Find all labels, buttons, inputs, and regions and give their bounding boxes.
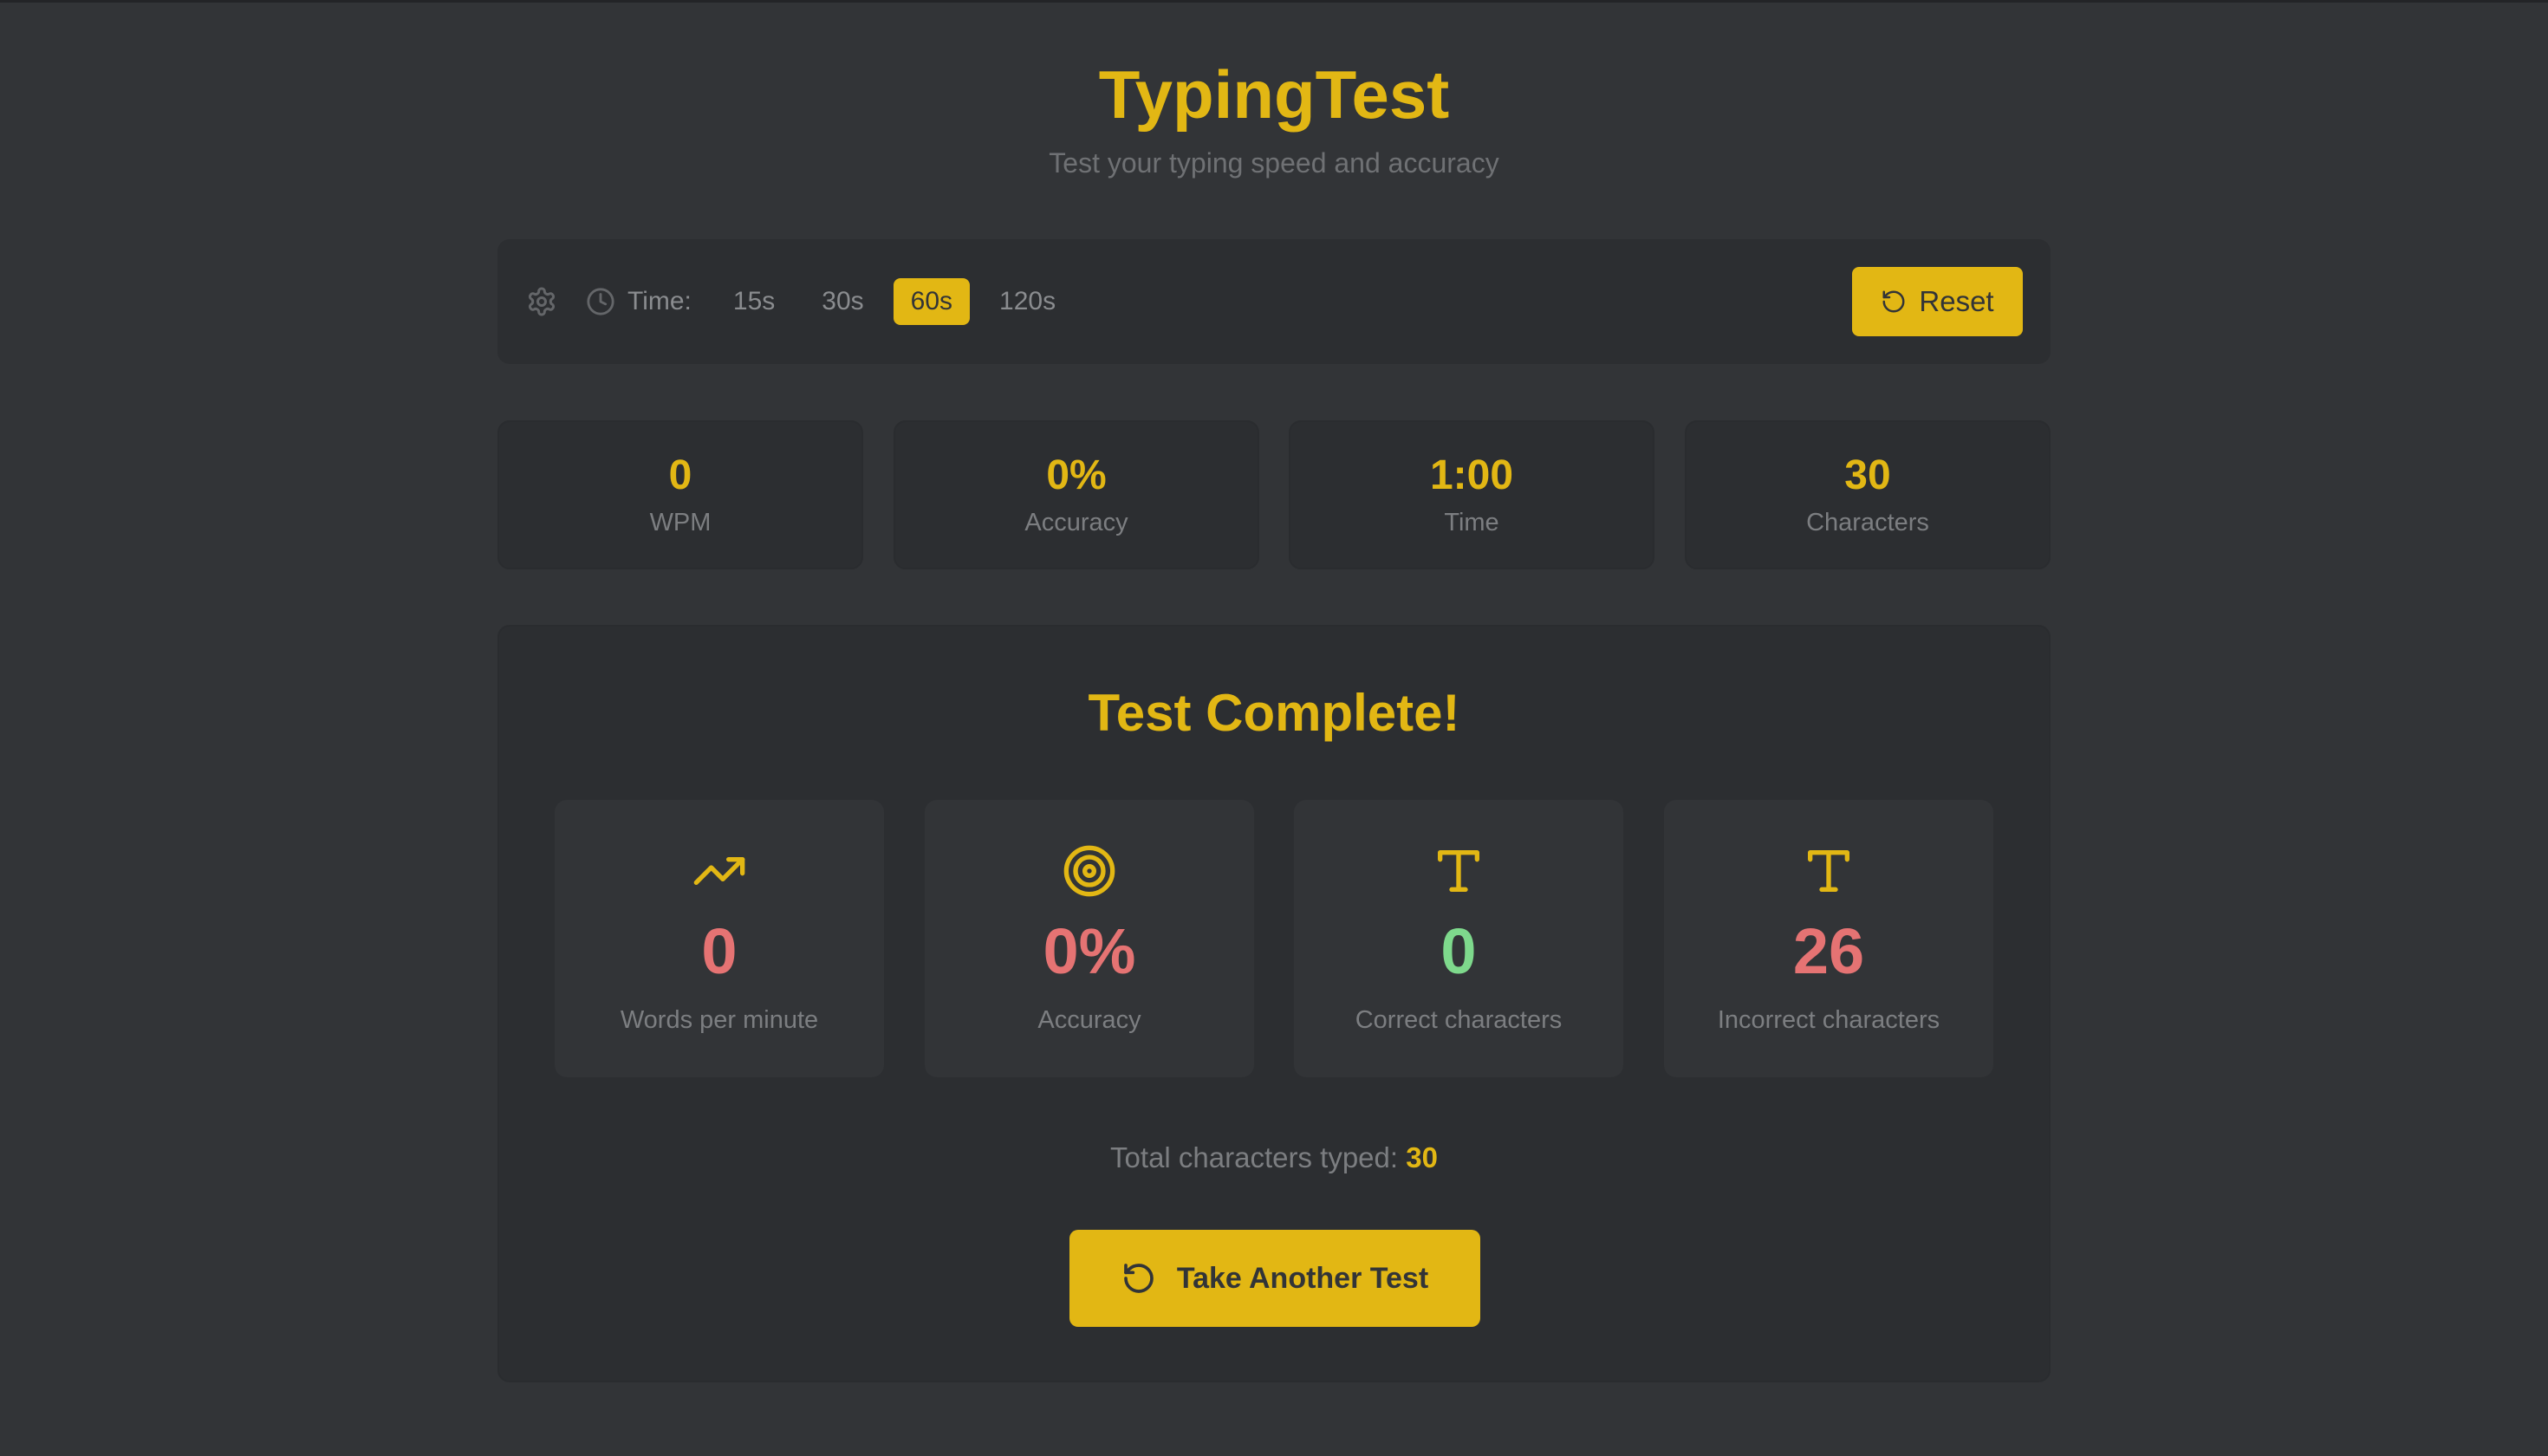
stat-label: WPM [649,509,712,536]
total-value: 30 [1406,1141,1438,1173]
result-label: Words per minute [620,1006,819,1034]
stat-label: Characters [1806,509,1929,536]
stat-value: 1:00 [1429,452,1514,498]
rotate-ccw-icon [1121,1261,1156,1296]
time-option-120s[interactable]: 120s [982,278,1073,325]
type-icon [1664,843,1993,899]
time-option-60s[interactable]: 60s [893,278,971,325]
result-label: Accuracy [1037,1006,1141,1034]
results-title: Test Complete! [1088,684,1460,742]
stat-value: 0 [668,452,692,498]
stat-card-characters: 30 Characters [1685,420,2051,569]
result-value: 26 [1792,915,1865,987]
live-stats: 0 WPM 0% Accuracy 1:00 Time 30 Character… [497,420,2051,569]
rotate-ccw-icon [1881,289,1907,315]
result-label: Correct characters [1355,1006,1563,1034]
time-label: Time: [627,287,692,315]
target-icon [925,843,1254,899]
result-value: 0 [1440,915,1477,987]
time-option-30s[interactable]: 30s [804,278,881,325]
stat-label: Accuracy [1024,509,1128,536]
type-icon [1294,843,1623,899]
result-card-correct: 0 Correct characters [1294,800,1623,1077]
app-subtitle: Test your typing speed and accuracy [1049,147,1499,179]
take-another-test-button[interactable]: Take Another Test [1069,1230,1480,1327]
result-card-incorrect: 26 Incorrect characters [1664,800,1993,1077]
total-label: Total characters typed: [1110,1141,1399,1173]
reset-button[interactable]: Reset [1852,267,2023,336]
settings-toolbar: Time: 15s 30s 60s 120s Reset [497,239,2051,364]
result-value: 0% [1043,915,1136,987]
clock-icon [584,285,617,318]
take-another-test-label: Take Another Test [1176,1261,1429,1295]
result-card-accuracy: 0% Accuracy [925,800,1254,1077]
result-value: 0 [701,915,738,987]
result-label: Incorrect characters [1717,1006,1940,1034]
results-panel: Test Complete! 0 Words per minute 0% Acc [497,625,2051,1382]
time-option-15s[interactable]: 15s [716,278,792,325]
trending-up-icon [555,843,884,899]
typing-test-app: TypingTest Test your typing speed and ac… [0,0,2548,1456]
stat-label: Time [1444,509,1499,536]
time-settings: Time: 15s 30s 60s 120s [525,239,1085,364]
app-title: TypingTest [1098,56,1450,133]
total-characters: Total characters typed: 30 [499,1136,2049,1180]
gear-icon[interactable] [525,285,558,318]
result-card-wpm: 0 Words per minute [555,800,884,1077]
stat-card-time: 1:00 Time [1289,420,1654,569]
stat-card-wpm: 0 WPM [497,420,863,569]
reset-label: Reset [1919,285,1994,317]
stat-value: 0% [1046,452,1107,498]
stat-card-accuracy: 0% Accuracy [894,420,1259,569]
stat-value: 30 [1844,452,1891,498]
